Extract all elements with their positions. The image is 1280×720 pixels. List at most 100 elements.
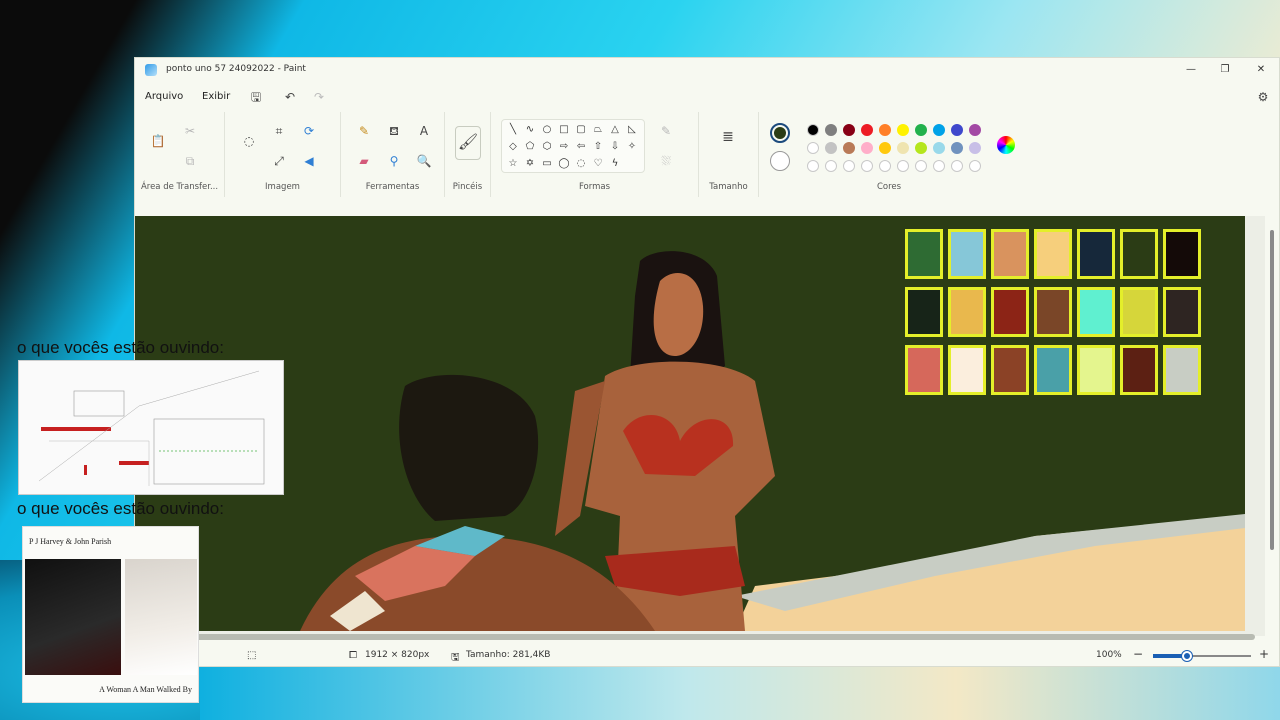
cloud-callout-shape-icon[interactable]: ◌: [574, 157, 588, 171]
color-swatch[interactable]: [951, 142, 963, 154]
overlay-caption-2: o que vocês estão ouvindo:: [17, 499, 224, 518]
rectangle-shape-icon[interactable]: □: [557, 123, 571, 137]
color-swatch[interactable]: [861, 124, 873, 136]
drawing-canvas[interactable]: [135, 216, 1245, 631]
pencil-icon[interactable]: ✎: [355, 122, 373, 140]
album-title: A Woman A Man Walked By: [99, 685, 192, 694]
secondary-color[interactable]: [770, 151, 790, 171]
left-arrow-shape-icon[interactable]: ⇦: [574, 140, 588, 154]
horizontal-scrollbar[interactable]: [195, 634, 1255, 640]
color-swatch[interactable]: [897, 142, 909, 154]
pentagon-shape-icon[interactable]: ⬠: [523, 140, 537, 154]
minimize-button[interactable]: —: [1183, 62, 1199, 78]
color-swatch[interactable]: [807, 124, 819, 136]
edit-colors-icon[interactable]: [997, 136, 1015, 154]
up-arrow-shape-icon[interactable]: ⇧: [591, 140, 605, 154]
color-swatch[interactable]: [807, 142, 819, 154]
resize-icon[interactable]: ⤢: [270, 152, 288, 170]
down-arrow-shape-icon[interactable]: ⇩: [608, 140, 622, 154]
hexagon-shape-icon[interactable]: ⬡: [540, 140, 554, 154]
oval-callout-shape-icon[interactable]: ◯: [557, 157, 571, 171]
text-icon[interactable]: A: [415, 122, 433, 140]
menu-view[interactable]: Exibir: [202, 91, 230, 102]
color-swatch[interactable]: [915, 142, 927, 154]
menu-file[interactable]: Arquivo: [145, 91, 183, 102]
line-shape-icon[interactable]: ╲: [506, 123, 520, 137]
color-swatch[interactable]: [843, 142, 855, 154]
triangle-shape-icon[interactable]: △: [608, 123, 622, 137]
paste-icon[interactable]: 📋: [149, 132, 167, 150]
crop-icon[interactable]: ⌗: [270, 122, 288, 140]
redo-icon[interactable]: ↷: [311, 89, 327, 105]
six-point-star-shape-icon[interactable]: ✡: [523, 157, 537, 171]
zoom-slider[interactable]: [1153, 651, 1251, 661]
four-point-star-shape-icon[interactable]: ✧: [625, 140, 639, 154]
color-swatch[interactable]: [879, 160, 891, 172]
vertical-scrollbar[interactable]: [1267, 220, 1277, 620]
primary-color[interactable]: [770, 123, 790, 143]
overlay-music-visualizer: [18, 360, 284, 495]
eraser-icon[interactable]: ▰: [355, 152, 373, 170]
color-swatch[interactable]: [879, 124, 891, 136]
undo-icon[interactable]: ↶: [282, 89, 298, 105]
rect-callout-shape-icon[interactable]: ▭: [540, 157, 554, 171]
select-icon[interactable]: ◌: [240, 132, 258, 150]
shape-fill-icon[interactable]: ⛆: [657, 152, 675, 170]
canvas-area: [135, 216, 1265, 636]
color-swatch[interactable]: [933, 124, 945, 136]
settings-icon[interactable]: ⚙: [1255, 90, 1271, 106]
copy-icon[interactable]: ⧉: [181, 152, 199, 170]
color-swatch[interactable]: [825, 142, 837, 154]
zoom-out-button[interactable]: −: [1133, 647, 1143, 661]
right-arrow-shape-icon[interactable]: ⇨: [557, 140, 571, 154]
zoom-in-button[interactable]: +: [1259, 647, 1269, 661]
save-icon[interactable]: 🖫: [248, 89, 264, 105]
curve-shape-icon[interactable]: ∿: [523, 123, 537, 137]
group-brushes-label: Pincéis: [452, 182, 483, 192]
fill-icon[interactable]: ⛾: [385, 122, 403, 140]
color-swatch[interactable]: [951, 124, 963, 136]
color-swatch[interactable]: [861, 160, 873, 172]
color-swatch[interactable]: [951, 160, 963, 172]
canvas-palette-cell: [948, 229, 986, 279]
color-swatch[interactable]: [897, 124, 909, 136]
right-triangle-shape-icon[interactable]: ◺: [625, 123, 639, 137]
color-swatch[interactable]: [861, 142, 873, 154]
color-swatch[interactable]: [969, 142, 981, 154]
heart-shape-icon[interactable]: ♡: [591, 157, 605, 171]
magnifier-icon[interactable]: 🔍: [415, 152, 433, 170]
five-point-star-shape-icon[interactable]: ☆: [506, 157, 520, 171]
color-swatch[interactable]: [915, 160, 927, 172]
diamond-shape-icon[interactable]: ◇: [506, 140, 520, 154]
flip-icon[interactable]: ◀: [300, 152, 318, 170]
color-swatch[interactable]: [969, 160, 981, 172]
oval-shape-icon[interactable]: ○: [540, 123, 554, 137]
canvas-palette-cell: [991, 345, 1029, 395]
color-picker-icon[interactable]: ⚲: [385, 152, 403, 170]
color-swatch[interactable]: [843, 124, 855, 136]
color-swatch[interactable]: [915, 124, 927, 136]
polygon-shape-icon[interactable]: ⏢: [591, 123, 605, 137]
color-swatch[interactable]: [807, 160, 819, 172]
restore-button[interactable]: ❐: [1217, 62, 1233, 78]
outline-icon[interactable]: ✎: [657, 122, 675, 140]
rounded-rectangle-shape-icon[interactable]: ▢: [574, 123, 588, 137]
color-swatch[interactable]: [825, 160, 837, 172]
lightning-shape-icon[interactable]: ϟ: [608, 157, 622, 171]
vertical-scroll-thumb[interactable]: [1270, 230, 1274, 550]
color-swatch[interactable]: [825, 124, 837, 136]
color-swatch[interactable]: [897, 160, 909, 172]
size-icon[interactable]: ≣: [719, 128, 737, 146]
close-button[interactable]: ✕: [1253, 62, 1269, 78]
color-swatch[interactable]: [933, 142, 945, 154]
color-swatch[interactable]: [879, 142, 891, 154]
cut-icon[interactable]: ✂: [181, 122, 199, 140]
color-swatch[interactable]: [843, 160, 855, 172]
brush-icon[interactable]: 🖌: [455, 126, 481, 160]
canvas-size-icon: ⧠: [349, 650, 357, 661]
color-swatch[interactable]: [969, 124, 981, 136]
zoom-slider-thumb[interactable]: [1182, 651, 1193, 661]
color-swatch[interactable]: [933, 160, 945, 172]
title-bar: ponto uno 57 24092022 - Paint — ❐ ✕: [135, 58, 1279, 82]
rotate-icon[interactable]: ⟳: [300, 122, 318, 140]
